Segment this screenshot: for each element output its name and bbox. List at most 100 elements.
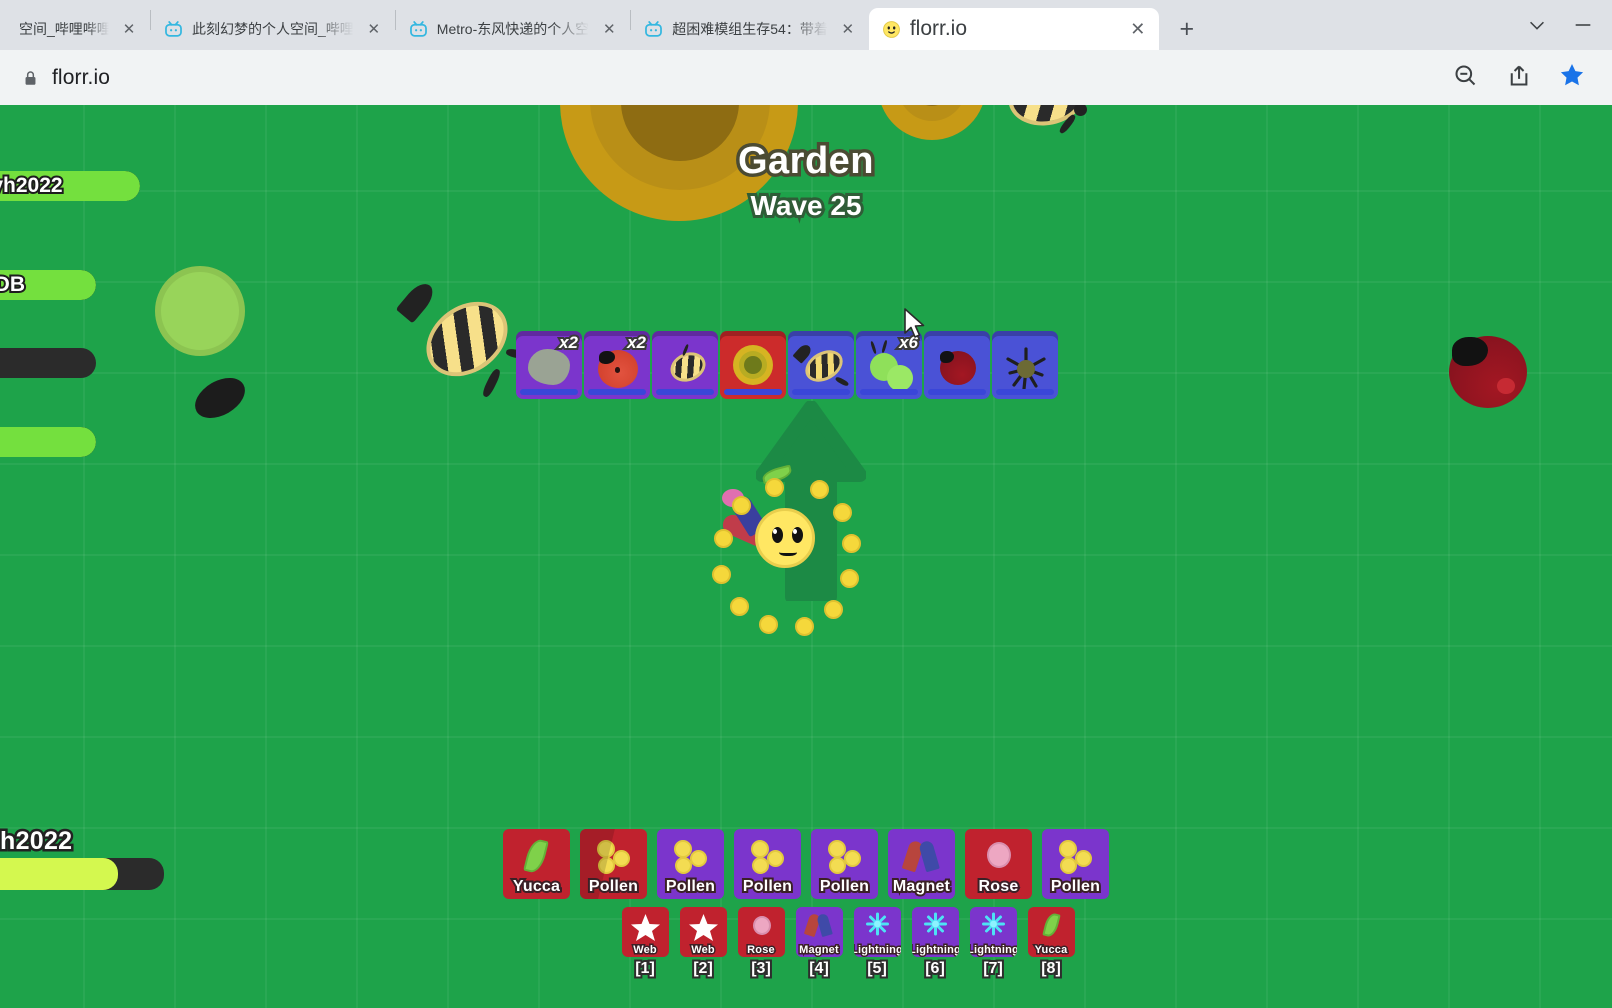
nameplate-label: cp]jyh2022 <box>0 172 65 199</box>
share-icon[interactable] <box>1505 62 1532 94</box>
florr-smiley-icon <box>882 20 900 38</box>
hotkey-text: [3] <box>749 958 772 979</box>
tab-close-button[interactable]: ✕ <box>1127 18 1149 40</box>
health-bar <box>0 348 96 378</box>
hotkey-row: [1] [2] [3] [4] [5] [6] [7] [8] <box>0 958 1612 979</box>
wave-tile-hornet[interactable] <box>788 331 854 399</box>
tab-title: 超困难模组生存54：带着 <box>672 21 828 37</box>
tab-search-chevron-down-icon[interactable] <box>1514 0 1560 50</box>
minimize-window-icon[interactable] <box>1560 0 1606 50</box>
player-flower <box>755 508 815 568</box>
secondary-petal-row: Web Web Rose Magnet Lightning Lightning … <box>0 907 1612 957</box>
rock-icon <box>528 349 570 385</box>
inventory-slot-lightning[interactable]: Lightning <box>853 907 901 957</box>
tab-close-button[interactable]: ✕ <box>598 18 620 40</box>
inventory-slot-lightning[interactable]: Lightning <box>969 907 1017 957</box>
inventory-slot-web[interactable]: Web <box>621 907 669 957</box>
slot-label: Pollen <box>664 876 717 897</box>
browser-window: 空间_哔哩哔哩 ✕ 此刻幻梦的个人空间_哔哩 ✕ Metro-东风快递的个人空 … <box>0 0 1612 1008</box>
ladybug-mob-right <box>1449 336 1527 408</box>
zoom-out-icon[interactable] <box>1452 62 1479 94</box>
inventory-slot-yucca[interactable]: Yucca <box>1027 907 1075 958</box>
inventory-slot-rose[interactable]: Rose <box>965 829 1032 899</box>
address-bar: florr.io <box>0 50 1612 105</box>
mouse-cursor-icon <box>904 308 925 338</box>
orbiting-pollen-petal <box>730 597 749 616</box>
inventory-slot-pollen[interactable]: Pollen <box>1042 829 1109 899</box>
wave-tile-spider[interactable] <box>992 331 1058 399</box>
flower-mouth <box>779 547 797 556</box>
bee-icon <box>666 347 710 387</box>
green-mob-body <box>155 266 245 356</box>
orbiting-pollen-petal <box>824 600 843 619</box>
slot-label: Magnet <box>798 943 840 958</box>
game-canvas[interactable]: cp]jyh2022 hanimuDB にはち 69 h2022 F <box>0 105 1612 1008</box>
slot-label: Rose <box>746 943 776 958</box>
wave-tile-progress <box>588 389 646 395</box>
wave-tile-count: x2 <box>625 331 648 354</box>
tab-close-button[interactable]: ✕ <box>837 18 859 40</box>
bookmark-star-icon[interactable] <box>1558 61 1586 94</box>
wave-tile-progress <box>792 389 850 395</box>
bilibili-icon <box>409 20 427 37</box>
slot-label: Yucca <box>511 876 562 897</box>
orbiting-pollen-petal <box>714 529 733 548</box>
ladybug-spot <box>614 367 621 374</box>
tab-close-button[interactable]: ✕ <box>118 18 140 40</box>
inventory-slot-yucca[interactable]: Yucca <box>503 829 570 899</box>
inventory-slot-pollen[interactable]: Pollen <box>657 829 724 899</box>
inventory-slot-pollen[interactable]: Pollen <box>580 829 647 899</box>
slot-label: Pollen <box>741 876 794 897</box>
flower-eye-right <box>792 527 803 543</box>
wave-tile-ladybug[interactable]: x2 <box>584 331 650 399</box>
hotkey-label: [8] <box>1028 958 1075 979</box>
hotkey-text: [4] <box>807 958 830 979</box>
spider-icon <box>1006 347 1046 391</box>
browser-tab-0[interactable]: 空间_哔哩哔哩 ✕ <box>0 8 150 50</box>
wave-tile-bee[interactable] <box>652 331 718 399</box>
url-box[interactable]: florr.io <box>22 66 110 90</box>
orbiting-pollen-petal <box>795 617 814 636</box>
tab-title: 空间_哔哩哔哩 <box>19 21 109 37</box>
wave-tile-sunflower[interactable] <box>720 331 786 399</box>
ladybug-head <box>598 350 615 364</box>
orbiting-pollen-petal <box>840 569 859 588</box>
hotkey-label: [5] <box>854 958 901 979</box>
browser-tab-3[interactable]: 超困难模组生存54：带着 ✕ <box>631 8 869 50</box>
hotkey-text: [1] <box>633 958 656 979</box>
wave-tile-progress <box>656 389 714 395</box>
inventory-slot-magnet[interactable]: Magnet <box>888 829 955 899</box>
inventory-slot-pollen[interactable]: Pollen <box>734 829 801 899</box>
inventory-slot-rose[interactable]: Rose <box>737 907 785 958</box>
new-tab-button[interactable]: + <box>1165 11 1209 47</box>
tab-title: Metro-东风快递的个人空 <box>436 21 590 37</box>
browser-tab-1[interactable]: 此刻幻梦的个人空间_哔哩 ✕ <box>151 8 395 50</box>
tab-close-button[interactable]: ✕ <box>363 18 385 40</box>
slot-label: Web <box>690 943 716 958</box>
wave-tile-count: x2 <box>557 331 580 354</box>
url-text: florr.io <box>52 65 110 89</box>
tab-strip: 空间_哔哩哔哩 ✕ 此刻幻梦的个人空间_哔哩 ✕ Metro-东风快递的个人空 … <box>0 0 1612 50</box>
slot-label: Pollen <box>818 876 871 897</box>
browser-tab-florr-active[interactable]: florr.io ✕ <box>868 8 1159 50</box>
ladybug-icon <box>598 350 638 388</box>
hotkey-label: [6] <box>912 958 959 979</box>
hotkey-label: [1] <box>622 958 669 979</box>
inventory-slot-magnet[interactable]: Magnet <box>795 907 843 958</box>
wave-tile-rock[interactable]: x2 <box>516 331 582 399</box>
ladybug-head <box>1452 337 1488 367</box>
orbiting-pollen-petal <box>732 496 751 515</box>
inventory-slot-lightning[interactable]: Lightning <box>911 907 959 957</box>
slot-label: Yucca <box>1033 943 1069 958</box>
window-controls <box>1514 0 1612 50</box>
tab-title: florr.io <box>909 17 968 40</box>
browser-tab-2[interactable]: Metro-东风快递的个人空 ✕ <box>396 8 630 50</box>
sunflower-icon-core <box>744 356 762 374</box>
flower-eye-left <box>772 527 783 543</box>
orbiting-pollen-petal <box>842 534 861 553</box>
inventory-slot-web[interactable]: Web <box>679 907 727 958</box>
wave-tile-ladybug-red[interactable] <box>924 331 990 399</box>
wave-tile-progress <box>996 389 1054 395</box>
inventory-slot-pollen[interactable]: Pollen <box>811 829 878 899</box>
ladybug-spot <box>1497 377 1515 394</box>
